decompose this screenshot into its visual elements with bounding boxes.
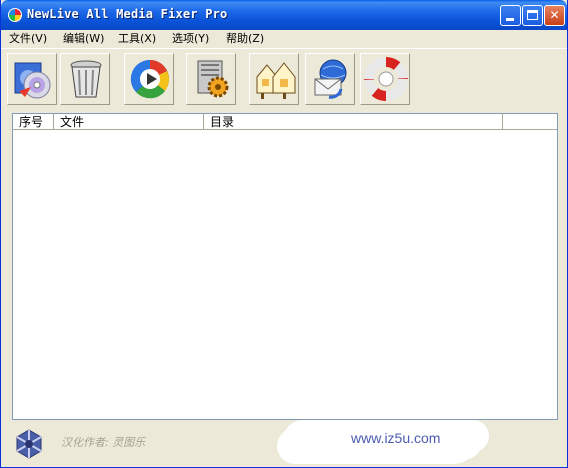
app-window: NewLive All Media Fixer Pro ✕ 文件(V) 编辑(W…	[0, 0, 568, 468]
media-player-icon	[130, 59, 169, 99]
trash-icon	[70, 60, 102, 98]
menu-tools[interactable]: 工具(X)	[118, 31, 156, 47]
minimize-icon	[506, 18, 514, 21]
home-icon	[256, 62, 296, 99]
column-header-extra[interactable]	[503, 114, 557, 130]
menu-options[interactable]: 选项(Y)	[172, 31, 209, 47]
menu-file[interactable]: 文件(V)	[9, 31, 47, 47]
email-button[interactable]	[305, 53, 355, 105]
email-globe-icon	[314, 59, 347, 99]
home-button[interactable]	[249, 53, 299, 105]
list-header: 序号 文件 目录	[13, 114, 557, 131]
delete-button[interactable]	[60, 53, 110, 105]
title-bar[interactable]: NewLive All Media Fixer Pro ✕	[1, 0, 567, 30]
settings-gear-icon	[197, 60, 229, 98]
column-header-index[interactable]: 序号	[13, 114, 54, 130]
help-button[interactable]	[360, 53, 410, 105]
watermark-url: www.iz5u.com	[351, 430, 441, 446]
brand-logo-icon	[16, 429, 42, 459]
close-button[interactable]: ✕	[544, 5, 565, 26]
add-media-icon	[14, 62, 51, 99]
column-header-directory[interactable]: 目录	[204, 114, 503, 130]
settings-button[interactable]	[186, 53, 236, 105]
help-lifebuoy-icon	[364, 57, 408, 101]
menu-help[interactable]: 帮助(Z)	[226, 31, 264, 47]
close-icon: ✕	[549, 8, 560, 22]
maximize-icon	[527, 10, 538, 20]
minimize-button[interactable]	[500, 5, 521, 26]
window-title: NewLive All Media Fixer Pro	[27, 7, 228, 21]
play-button[interactable]	[124, 53, 174, 105]
column-header-file[interactable]: 文件	[54, 114, 204, 130]
app-icon[interactable]	[8, 8, 22, 22]
add-media-button[interactable]	[7, 53, 57, 105]
maximize-button[interactable]	[522, 5, 543, 26]
menu-edit[interactable]: 编辑(W)	[63, 31, 104, 47]
toolbar	[1, 49, 567, 109]
file-list[interactable]: 序号 文件 目录	[12, 113, 558, 420]
localization-credit: 汉化作者: 灵图乐	[61, 436, 146, 449]
menu-bar: 文件(V) 编辑(W) 工具(X) 选项(Y) 帮助(Z)	[1, 30, 567, 49]
